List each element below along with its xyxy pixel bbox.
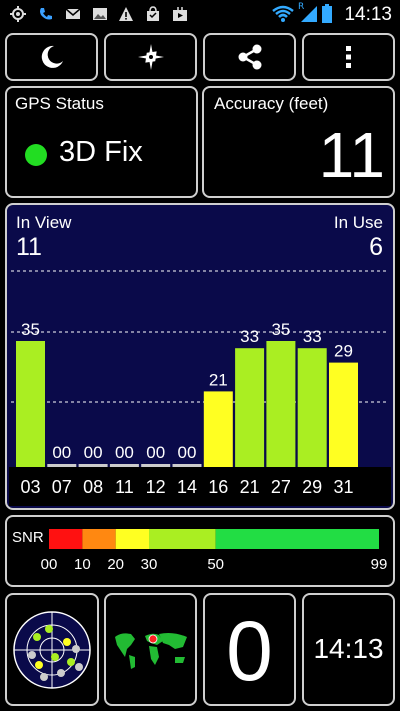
snr-scale-tick: 50 [207,556,224,573]
gps-icon [10,6,26,22]
bar-value-label: 00 [178,443,197,462]
compass-icon [137,44,164,70]
wifi-icon [272,5,294,22]
compass-heading-value: 0 [226,604,273,698]
bar-value-label: 33 [303,327,322,346]
signal-icon [301,6,317,22]
snr-bar-07 [47,464,77,467]
compass-heading-panel: 0 [203,593,296,706]
status-bar: R 14:13 [0,0,400,30]
share-icon [238,44,261,70]
satellite-id-label: 14 [177,477,197,497]
snr-scale-tick: 20 [107,556,124,573]
satellite-id-label: 07 [52,477,72,497]
bar-value-label: 00 [52,443,71,462]
snr-bar-03 [16,341,45,467]
bar-value-label: 35 [271,320,290,339]
snr-bar-16 [203,391,233,467]
accuracy-panel: Accuracy (feet) 11 [202,86,395,198]
bar-value-label: 00 [115,443,134,462]
satellite-id-label: 08 [83,477,103,497]
night-mode-button[interactable] [5,33,98,81]
snr-scale-segment [115,529,149,549]
satellite-id-label: 11 [115,477,134,497]
clock-panel: 14:13 [302,593,395,706]
satellite-id-label: 29 [302,477,322,497]
satellite-chart-panel: In View 11 In Use 6 35 03 00 07 00 08 00 11 00 12… [5,203,395,510]
satellite-id-label: 03 [20,477,40,497]
shopping-bag-icon [147,6,159,21]
warning-icon [119,7,133,21]
satellite-id-label: 27 [271,477,291,497]
snr-bar-27 [266,341,296,467]
sky-view-button[interactable] [5,593,99,706]
snr-bar-21 [235,348,265,467]
share-button[interactable] [203,33,296,81]
play-store-icon [173,7,187,21]
snr-scale-tick: 30 [141,556,158,573]
bar-value-label: 35 [21,320,40,339]
snr-scale-segment [149,529,216,549]
snr-bar-chart: 35 03 00 07 00 08 00 11 00 12 00 14 21 16 33 21 35 27 33 29… [9,270,391,506]
snr-scale-tick: 00 [41,556,58,573]
accuracy-label: Accuracy (feet) [214,94,329,113]
phone-icon [40,8,52,20]
sky-view-icon [13,611,91,689]
snr-bar-12 [141,464,171,467]
accuracy-value: 11 [318,119,385,191]
bar-value-label: 00 [84,443,103,462]
snr-legend-panel: SNR 00 10 20 30 50 99 [5,515,395,587]
gps-fix-indicator [25,144,47,166]
bar-value-label: 33 [240,327,259,346]
snr-bar-31 [329,362,358,467]
snr-bar-08 [78,464,108,467]
clock-value: 14:13 [313,633,384,664]
battery-icon [322,4,332,23]
bar-value-label: 21 [209,370,228,389]
world-map-icon [111,629,191,671]
mail-icon [65,8,81,19]
image-icon [93,8,107,20]
snr-bar-11 [109,464,139,467]
overflow-menu-button[interactable] [302,33,395,81]
satellite-id-label: 31 [333,477,353,497]
night-mode-icon [41,45,63,68]
compass-button[interactable] [104,33,197,81]
snr-scale-segment [49,529,83,549]
snr-scale-tick: 10 [74,556,91,573]
snr-color-scale: 00 10 20 30 50 99 [41,529,388,573]
satellite-id-label: 16 [208,477,228,497]
snr-bar-14 [172,464,202,467]
bar-value-label: 29 [334,342,353,361]
overflow-menu-icon [345,46,351,68]
snr-bar-29 [297,348,327,467]
snr-scale-segment [82,529,116,549]
snr-scale-tick: 99 [371,556,388,573]
satellite-id-label: 21 [240,477,260,497]
bar-value-label: 00 [146,443,165,462]
world-map-button[interactable] [104,593,197,706]
status-time: 14:13 [344,4,392,25]
gps-status-label: GPS Status [15,94,104,113]
satellite-id-label: 12 [146,477,166,497]
gps-fix-value: 3D Fix [59,136,143,168]
gps-status-panel: GPS Status 3D Fix [5,86,198,198]
snr-scale-segment [215,529,379,549]
